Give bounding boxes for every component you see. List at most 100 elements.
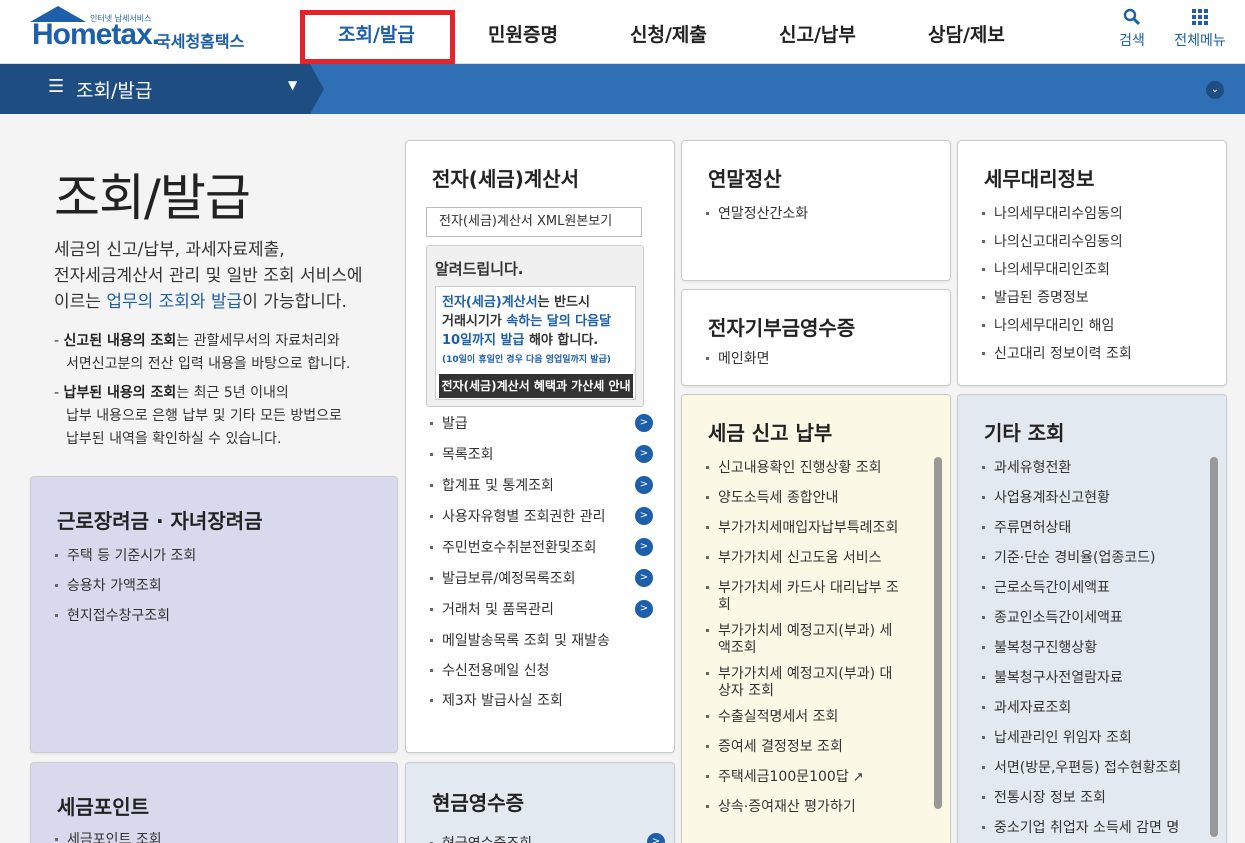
list-item-label: 주택세금100문100답 bbox=[718, 769, 849, 785]
list-item[interactable]: 과세유형전환 bbox=[980, 457, 1181, 487]
list-item[interactable]: 발급 bbox=[428, 413, 610, 444]
list-item[interactable]: 서면(방문,우편등) 접수현황조회 bbox=[980, 757, 1181, 787]
search-label: 검색 bbox=[1119, 33, 1145, 49]
notice-text: 해야 합니다. bbox=[524, 333, 599, 348]
nav-inquiry[interactable]: 조회/발급 bbox=[338, 20, 415, 47]
card-title: 전자(세금)계산서 bbox=[432, 167, 580, 191]
list-item[interactable]: 부가가치세매입자납부특례조회 bbox=[704, 517, 899, 547]
note-line: 서면신고분의 전산 입력 내용을 바탕으로 합니다. bbox=[66, 356, 351, 372]
card-list: 신고내용확인 진행상황 조회 양도소득세 종합안내 부가가치세매입자납부특례조회… bbox=[704, 457, 899, 826]
chevron-right-icon[interactable]: > bbox=[635, 569, 653, 587]
notice-content: 전자(세금)계산서는 반드시 거래시기가 속하는 달의 다음달 10일까지 발급… bbox=[435, 286, 636, 400]
list-item[interactable]: 과세자료조회 bbox=[980, 697, 1181, 727]
desc-text: 이르는 bbox=[54, 292, 107, 312]
list-item[interactable]: 나의세무대리수임동의 bbox=[980, 203, 1132, 231]
list-item[interactable]: 중소기업 취업자 소득세 감면 명 bbox=[980, 817, 1181, 843]
list-item[interactable]: 메일발송목록 조회 및 재발송 bbox=[428, 630, 610, 660]
breadcrumb-bar: ☰ 조회/발급 ▼ ⌄ bbox=[0, 64, 1245, 114]
card-etc-inquiry: 기타 조회 과세유형전환 사업용계좌신고현황 주류면허상태 기준·단순 경비율(… bbox=[957, 394, 1227, 843]
breadcrumb[interactable]: ☰ 조회/발급 ▼ bbox=[30, 64, 310, 114]
list-item[interactable]: 부가가치세 예정고지(부과) 세 bbox=[704, 620, 899, 639]
list-item[interactable]: 근로소득간이세액표 bbox=[980, 577, 1181, 607]
chevron-right-icon[interactable]: > bbox=[635, 414, 653, 432]
list-item[interactable]: 주택세금100문100답 ↗ bbox=[704, 766, 899, 796]
notice-title: 알려드립니다. bbox=[435, 260, 524, 278]
notice-text: 는 반드시 bbox=[537, 295, 590, 310]
scrollbar[interactable] bbox=[1210, 457, 1218, 837]
list-item[interactable]: 부가가치세 예정고지(부과) 대 bbox=[704, 663, 899, 682]
list-item[interactable]: 목록조회 bbox=[428, 444, 610, 475]
list-item-continued[interactable]: 상자 조회 bbox=[704, 680, 899, 706]
card-title: 전자기부금영수증 bbox=[708, 316, 856, 340]
list-item[interactable]: 현금영수증조회 bbox=[428, 833, 532, 843]
list-item[interactable]: 주택 등 기준시가 조회 bbox=[53, 545, 196, 575]
list-item[interactable]: 납세관리인 위임자 조회 bbox=[980, 727, 1181, 757]
list-item[interactable]: 제3자 발급사실 조회 bbox=[428, 690, 610, 720]
card-list: 연말정산간소화 bbox=[704, 203, 808, 223]
list-item[interactable]: 발급된 증명정보 bbox=[980, 287, 1132, 315]
list-item[interactable]: 신고대리 정보이력 조회 bbox=[980, 343, 1132, 371]
list-item[interactable]: 사업용계좌신고현황 bbox=[980, 487, 1181, 517]
list-item[interactable]: 신고내용확인 진행상황 조회 bbox=[704, 457, 899, 487]
list-item[interactable]: 불복청구사전열람자료 bbox=[980, 667, 1181, 697]
note-text: 는 최근 5년 이내의 bbox=[176, 385, 289, 401]
all-menu-button[interactable]: 전체메뉴 bbox=[1168, 8, 1232, 50]
list-item[interactable]: 수출실적명세서 조회 bbox=[704, 706, 899, 736]
card-tax-agent: 세무대리정보 나의세무대리수임동의 나의신고대리수임동의 나의세무대리인조회 발… bbox=[957, 140, 1227, 386]
note-paid: - 납부된 내용의 조회는 최근 5년 이내의 납부 내용으로 은행 납부 및 … bbox=[54, 382, 394, 451]
list-item[interactable]: 증여세 결정정보 조회 bbox=[704, 736, 899, 766]
desc-line: 이르는 업무의 조회와 발급이 가능합니다. bbox=[54, 289, 394, 315]
list-item[interactable]: 메인화면 bbox=[704, 348, 770, 368]
list-item[interactable]: 전통시장 정보 조회 bbox=[980, 787, 1181, 817]
logo-korean: 국세청홈택스 bbox=[156, 32, 245, 51]
xml-view-button[interactable]: 전자(세금)계산서 XML원본보기 bbox=[426, 207, 642, 237]
chevron-right-icon[interactable]: > bbox=[647, 833, 665, 843]
notice-text: 거래시기가 bbox=[442, 314, 507, 329]
list-item[interactable]: 주류면허상태 bbox=[980, 517, 1181, 547]
list-item[interactable]: 상속·증여재산 평가하기 bbox=[704, 796, 899, 826]
list-item[interactable]: 승용차 가액조회 bbox=[53, 575, 196, 605]
nav-certificate[interactable]: 민원증명 bbox=[488, 20, 558, 47]
list-item[interactable]: 사용자유형별 조회권한 관리 bbox=[428, 506, 610, 537]
notice-highlight: 10일까지 발급 bbox=[442, 333, 525, 348]
benefit-guide-button[interactable]: 전자(세금)계산서 혜택과 가산세 안내 bbox=[439, 374, 633, 398]
list-item[interactable]: 주민번호수취분전환및조회 bbox=[428, 537, 610, 568]
page-description: 세금의 신고/납부, 과세자료제출, 전자세금계산서 관리 및 일반 조회 서비… bbox=[54, 237, 394, 315]
card-cash-receipt: 현금영수증 현금영수증조회 > bbox=[405, 762, 675, 843]
list-item[interactable]: 현지접수창구조회 bbox=[53, 605, 196, 635]
list-item[interactable]: 세금포인트 조회 bbox=[53, 829, 162, 843]
top-header: 인터넷 납세서비스 Hometax. 국세청홈택스 조회/발급 민원증명 신청/… bbox=[0, 0, 1245, 64]
list-item[interactable]: 부가가치세 신고도움 서비스 bbox=[704, 547, 899, 577]
list-item[interactable]: 부가가치세 카드사 대리납부 조 bbox=[704, 577, 899, 596]
list-item-continued[interactable]: 액조회 bbox=[704, 637, 899, 663]
list-item[interactable]: 거래처 및 품목관리 bbox=[428, 599, 610, 630]
list-item[interactable]: 기준·단순 경비율(업종코드) bbox=[980, 547, 1181, 577]
list-item[interactable]: 수신전용메일 신청 bbox=[428, 660, 610, 690]
chevron-right-icon[interactable]: > bbox=[635, 445, 653, 463]
page-title: 조회/발급 bbox=[54, 169, 251, 227]
chevron-right-icon[interactable]: > bbox=[635, 507, 653, 525]
chevron-down-icon[interactable]: ⌄ bbox=[1206, 81, 1224, 99]
nav-report-pay[interactable]: 신고/납부 bbox=[779, 20, 856, 47]
list-item-continued[interactable]: 회 bbox=[704, 594, 899, 620]
list-item[interactable]: 나의신고대리수임동의 bbox=[980, 231, 1132, 259]
list-item[interactable]: 양도소득세 종합안내 bbox=[704, 487, 899, 517]
nav-apply[interactable]: 신청/제출 bbox=[630, 20, 707, 47]
list-item[interactable]: 불복청구진행상황 bbox=[980, 637, 1181, 667]
list-item[interactable]: 종교인소득간이세액표 bbox=[980, 607, 1181, 637]
desc-text: 이 가능합니다. bbox=[242, 292, 347, 312]
chevron-right-icon[interactable]: > bbox=[635, 600, 653, 618]
scrollbar[interactable] bbox=[934, 457, 942, 809]
hometax-logo[interactable]: 인터넷 납세서비스 Hometax. 국세청홈택스 bbox=[28, 6, 268, 56]
chevron-right-icon[interactable]: > bbox=[635, 476, 653, 494]
list-item[interactable]: 나의세무대리인 해임 bbox=[980, 315, 1132, 343]
list-item[interactable]: 합계표 및 통계조회 bbox=[428, 475, 610, 506]
desc-line: 전자세금계산서 관리 및 일반 조회 서비스에 bbox=[54, 266, 363, 286]
notice-highlight: 전자(세금)계산서 bbox=[442, 295, 538, 310]
list-item[interactable]: 연말정산간소화 bbox=[704, 203, 808, 223]
chevron-right-icon[interactable]: > bbox=[635, 538, 653, 556]
list-item[interactable]: 발급보류/예정목록조회 bbox=[428, 568, 610, 599]
nav-consult[interactable]: 상담/제보 bbox=[928, 20, 1005, 47]
search-button[interactable]: 검색 bbox=[1114, 8, 1150, 50]
list-item[interactable]: 나의세무대리인조회 bbox=[980, 259, 1132, 287]
